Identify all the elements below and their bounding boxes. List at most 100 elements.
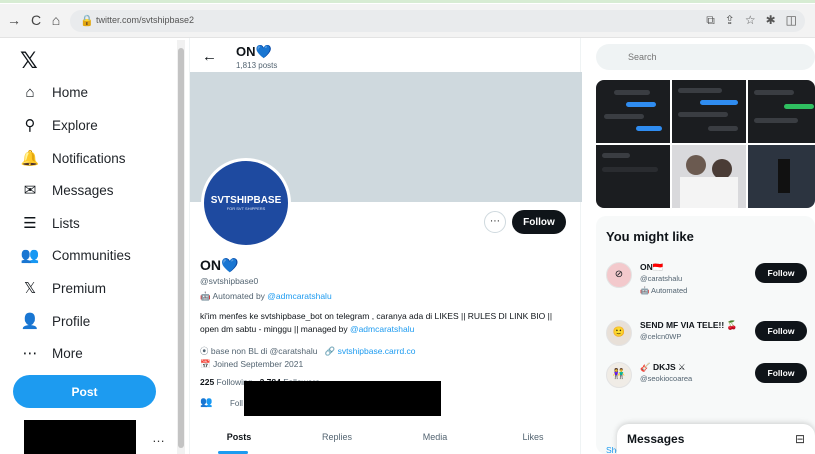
followed-by-avatars: 👥 (200, 397, 213, 408)
post-button[interactable]: Post (13, 375, 156, 408)
redacted-account-block (24, 420, 136, 454)
automated-by-link[interactable]: @admcaratshalu (267, 291, 331, 301)
redacted-followers-block (244, 381, 441, 416)
back-arrow-icon[interactable]: ← (202, 48, 217, 65)
profile-meta-row: ⦿ base non BL di @caratshalu 🔗 svtshipba… (200, 345, 416, 357)
messages-drawer[interactable]: Messages ⊟ (617, 424, 815, 454)
suggestion-follow-button[interactable]: Follow (755, 321, 807, 341)
suggestion-avatar: 🙂 (606, 320, 632, 346)
suggestion-item[interactable]: 👫 🎸 DKJS ⚔ @seokiocoarea Follow (606, 360, 811, 400)
nav-item-notifications[interactable]: 🔔 Notifications (20, 146, 126, 170)
media-thumbnail[interactable] (748, 145, 815, 208)
search-icon: ⚲ (24, 117, 36, 134)
website-link[interactable]: svtshipbase.carrd.co (338, 346, 416, 356)
nav-item-label: Notifications (52, 150, 126, 166)
follow-button[interactable]: Follow (512, 210, 566, 234)
suggestion-avatar: ⊘ (606, 262, 632, 288)
people-icon: 👥 (20, 247, 40, 264)
joined-row: 📅 Joined September 2021 (200, 359, 303, 370)
blue-heart-icon: 💙 (221, 257, 239, 273)
tab-likes[interactable]: Likes (484, 428, 582, 454)
side-panel-icon[interactable]: ◫ (786, 13, 797, 28)
nav-item-label: Premium (52, 280, 107, 296)
nav-item-messages[interactable]: ✉ Messages (20, 178, 114, 202)
x-logo-icon[interactable]: 𝕏 (20, 48, 38, 74)
profile-handle: @svtshipbase0 (200, 276, 259, 286)
nav-item-home[interactable]: ⌂ Home (20, 80, 88, 104)
nav-item-label: Communities (52, 247, 131, 263)
lock-icon: 🔒 (80, 15, 94, 27)
address-bar[interactable]: 🔒 twitter.com/svtshipbase2 ⧉ ⇪ ☆ ✱ ◫ (70, 10, 805, 32)
messages-drawer-title: Messages (627, 432, 685, 446)
bio-link[interactable]: @admcaratshalu (350, 324, 414, 334)
media-thumbnail[interactable] (596, 80, 670, 143)
media-thumbnail[interactable] (672, 80, 746, 143)
tab-replies[interactable]: Replies (288, 428, 386, 454)
profile-more-button[interactable]: ⋯ (484, 211, 506, 233)
browser-tools: ⧉ ⇪ ☆ ✱ ◫ (706, 13, 797, 28)
media-grid (596, 80, 815, 208)
profile-column: ← ON💙 1,813 posts SVTSHIPBASE FOR SVT SH… (189, 38, 582, 454)
location-icon: ⦿ (200, 346, 209, 356)
suggestion-extra: 🤖 Automated (640, 286, 688, 295)
media-thumbnail[interactable] (672, 145, 746, 208)
bookmark-star-icon[interactable]: ☆ (745, 13, 756, 28)
suggestion-follow-button[interactable]: Follow (755, 263, 807, 283)
suggestion-follow-button[interactable]: Follow (755, 363, 807, 383)
display-name-text: ON (200, 257, 221, 273)
media-thumbnail[interactable] (748, 80, 815, 143)
more-circle-icon: ⋯ (22, 345, 38, 362)
scrollbar-thumb[interactable] (178, 48, 184, 448)
back-icon[interactable]: → (6, 12, 22, 28)
suggestion-handle: @seokiocoarea (640, 374, 693, 383)
suggestion-name: 🎸 DKJS ⚔ (640, 362, 686, 372)
right-sidebar: ⚲ Yo (590, 38, 815, 454)
bell-icon: 🔔 (20, 150, 40, 167)
open-in-app-icon[interactable]: ⧉ (706, 13, 715, 28)
nav-item-lists[interactable]: ☰ Lists (20, 211, 80, 235)
profile-avatar[interactable]: SVTSHIPBASE FOR SVT SHIPPERS (201, 158, 291, 248)
following-count: 225 (200, 377, 215, 387)
automated-prefix: Automated by (212, 291, 268, 301)
account-more-icon[interactable]: … (152, 430, 165, 445)
media-thumbnail[interactable] (596, 145, 670, 208)
profile-tabs: Posts Replies Media Likes (190, 428, 582, 454)
nav-item-premium[interactable]: 𝕏 Premium (20, 276, 106, 300)
share-icon[interactable]: ⇪ (725, 13, 735, 28)
left-scrollbar[interactable] (177, 40, 185, 454)
person-icon: 👤 (20, 313, 40, 330)
nav-item-more[interactable]: ⋯ More (20, 341, 83, 365)
header-name: ON (236, 44, 256, 59)
display-name: ON💙 (200, 257, 238, 274)
extensions-icon[interactable]: ✱ (766, 13, 776, 28)
expand-messages-icon[interactable]: ⊟ (795, 432, 805, 446)
nav-item-label: More (52, 345, 83, 361)
suggestion-item[interactable]: ⊘ ON🇮🇩 @caratshalu 🤖 Automated Follow (606, 260, 811, 300)
refresh-icon[interactable]: C (28, 12, 44, 28)
home-icon[interactable]: ⌂ (48, 12, 64, 28)
tab-media[interactable]: Media (386, 428, 484, 454)
suggestion-avatar: 👫 (606, 362, 632, 388)
location-text: base non BL di @caratshalu (210, 346, 318, 356)
nav-item-explore[interactable]: ⚲ Explore (20, 113, 98, 137)
tab-posts[interactable]: Posts (190, 428, 288, 454)
post-count: 1,813 posts (236, 61, 278, 70)
suggestion-item[interactable]: 🙂 SEND MF VIA TELE!! 🍒 @celcn0WP Follow (606, 318, 811, 358)
nav-item-label: Messages (52, 182, 114, 198)
avatar-text: SVTSHIPBASE (210, 195, 282, 206)
search-input[interactable] (596, 44, 815, 70)
suggestion-name: ON🇮🇩 (640, 262, 664, 272)
nav-item-label: Home (52, 84, 89, 100)
followed-by-text: Foll (230, 399, 243, 408)
nav-item-label: Lists (52, 215, 80, 231)
joined-text: Joined September 2021 (212, 359, 304, 369)
nav-item-profile[interactable]: 👤 Profile (20, 309, 91, 333)
list-icon: ☰ (23, 215, 37, 232)
nav-item-communities[interactable]: 👥 Communities (20, 243, 131, 267)
profile-header-title: ON💙 (236, 44, 272, 60)
nav-item-label: Profile (52, 313, 91, 329)
link-icon: 🔗 (324, 346, 336, 356)
nav-item-label: Explore (52, 117, 98, 133)
you-might-like-card: You might like ⊘ ON🇮🇩 @caratshalu 🤖 Auto… (596, 216, 815, 454)
suggestion-handle: @caratshalu (640, 274, 683, 283)
